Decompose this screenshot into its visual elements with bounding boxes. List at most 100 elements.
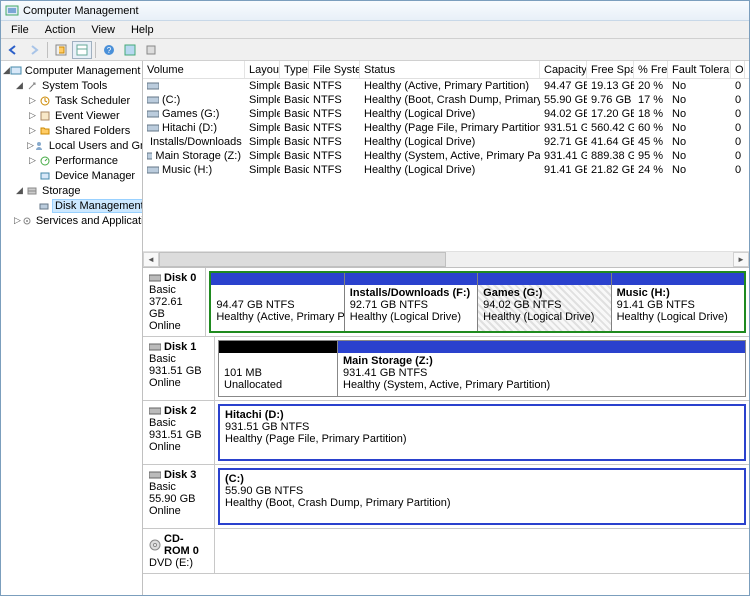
partition[interactable]: Music (H:)91.41 GB NTFSHealthy (Logical …: [612, 273, 744, 331]
svg-text:?: ?: [107, 46, 112, 55]
content-area: ◢Computer Management (Local ◢System Tool…: [1, 61, 749, 595]
disk-row-cdrom[interactable]: CD-ROM 0 DVD (E:): [143, 529, 749, 574]
table-row[interactable]: (C:)SimpleBasicNTFSHealthy (Boot, Crash …: [143, 93, 749, 107]
settings-button[interactable]: [120, 41, 140, 59]
titlebar[interactable]: Computer Management: [1, 1, 749, 21]
computer-icon: [10, 64, 22, 77]
scroll-thumb[interactable]: [159, 252, 446, 267]
tree-services[interactable]: ▷Services and Applications: [1, 213, 142, 228]
help-button[interactable]: ?: [99, 41, 119, 59]
users-icon: [34, 139, 46, 152]
disk-icon: [149, 342, 161, 352]
disk-row-0[interactable]: Disk 0 Basic 372.61 GB Online 94.47 GB N…: [143, 268, 749, 337]
computer-management-window: Computer Management File Action View Hel…: [0, 0, 750, 596]
table-row[interactable]: Music (H:)SimpleBasicNTFSHealthy (Logica…: [143, 163, 749, 177]
disk-info: Disk 2 Basic 931.51 GB Online: [143, 401, 215, 464]
app-icon: [5, 4, 19, 18]
col-ft[interactable]: Fault Tolerance: [668, 61, 731, 78]
nav-tree[interactable]: ◢Computer Management (Local ◢System Tool…: [1, 61, 143, 595]
volume-icon: [147, 109, 159, 119]
disk-row-1[interactable]: Disk 1 Basic 931.51 GB Online 101 MBUnal…: [143, 337, 749, 401]
tree-system-tools[interactable]: ◢System Tools: [1, 78, 142, 93]
collapse-icon[interactable]: ◢: [14, 80, 25, 91]
view-list-button[interactable]: [72, 41, 92, 59]
tree-performance[interactable]: ▷Performance: [1, 153, 142, 168]
table-row[interactable]: Hitachi (D:)SimpleBasicNTFSHealthy (Page…: [143, 121, 749, 135]
expand-icon[interactable]: ▷: [27, 140, 34, 151]
list-header: Volume Layout Type File System Status Ca…: [143, 61, 749, 79]
h-scrollbar[interactable]: ◄ ►: [143, 251, 749, 267]
col-free[interactable]: Free Space: [587, 61, 634, 78]
tree-storage[interactable]: ◢Storage: [1, 183, 142, 198]
primary-bar: [612, 273, 744, 285]
partition[interactable]: 94.47 GB NTFSHealthy (Active, Primary Pa…: [211, 273, 344, 331]
collapse-icon[interactable]: ◢: [14, 185, 25, 196]
scroll-right-icon[interactable]: ►: [733, 252, 749, 267]
menu-file[interactable]: File: [3, 22, 37, 38]
scroll-track[interactable]: [159, 252, 733, 267]
back-button[interactable]: [3, 41, 23, 59]
tree-disk-management[interactable]: Disk Management: [1, 198, 142, 213]
menu-help[interactable]: Help: [123, 22, 162, 38]
tree-root[interactable]: ◢Computer Management (Local: [1, 63, 142, 78]
table-row[interactable]: Installs/Downloads (F:)SimpleBasicNTFSHe…: [143, 135, 749, 149]
disk-icon: [149, 470, 161, 480]
partition-unallocated[interactable]: 101 MBUnallocated: [218, 340, 338, 397]
cdrom-icon: [149, 539, 161, 551]
toolbar: ?: [1, 39, 749, 61]
expand-icon[interactable]: ▷: [27, 125, 38, 136]
unalloc-bar: [219, 341, 337, 353]
col-pct[interactable]: % Free: [634, 61, 668, 78]
disk-info: Disk 3 Basic 55.90 GB Online: [143, 465, 215, 528]
window-title: Computer Management: [23, 5, 139, 17]
tree-event-viewer[interactable]: ▷Event Viewer: [1, 108, 142, 123]
col-layout[interactable]: Layout: [245, 61, 280, 78]
list-body[interactable]: SimpleBasicNTFSHealthy (Active, Primary …: [143, 79, 749, 251]
volume-icon: [147, 95, 159, 105]
more-button[interactable]: [141, 41, 161, 59]
disk-row-3[interactable]: Disk 3 Basic 55.90 GB Online (C:)55.90 G…: [143, 465, 749, 529]
primary-bar: [478, 273, 610, 285]
partition[interactable]: Games (G:)94.02 GB NTFSHealthy (Logical …: [478, 273, 611, 331]
primary-bar: [345, 273, 477, 285]
tree-device-manager[interactable]: Device Manager: [1, 168, 142, 183]
table-row[interactable]: Main Storage (Z:)SimpleBasicNTFSHealthy …: [143, 149, 749, 163]
collapse-icon[interactable]: ◢: [3, 65, 10, 76]
disk-row-2[interactable]: Disk 2 Basic 931.51 GB Online Hitachi (D…: [143, 401, 749, 465]
primary-bar: [211, 273, 343, 285]
expand-icon[interactable]: ▷: [27, 95, 38, 106]
col-capacity[interactable]: Capacity: [540, 61, 587, 78]
disk-info: Disk 1 Basic 931.51 GB Online: [143, 337, 215, 400]
partition[interactable]: Main Storage (Z:)931.41 GB NTFSHealthy (…: [338, 340, 746, 397]
table-row[interactable]: SimpleBasicNTFSHealthy (Active, Primary …: [143, 79, 749, 93]
volume-icon: [147, 151, 152, 161]
col-type[interactable]: Type: [280, 61, 309, 78]
expand-icon[interactable]: ▷: [27, 110, 38, 121]
storage-icon: [25, 184, 39, 197]
menu-action[interactable]: Action: [37, 22, 84, 38]
partition[interactable]: (C:)55.90 GB NTFSHealthy (Boot, Crash Du…: [220, 470, 744, 523]
refresh-button[interactable]: [51, 41, 71, 59]
tree-task-scheduler[interactable]: ▷Task Scheduler: [1, 93, 142, 108]
fwd-button[interactable]: [24, 41, 44, 59]
scroll-left-icon[interactable]: ◄: [143, 252, 159, 267]
table-row[interactable]: Games (G:)SimpleBasicNTFSHealthy (Logica…: [143, 107, 749, 121]
expand-icon[interactable]: ▷: [27, 155, 38, 166]
disk-icon: [149, 406, 161, 416]
partition[interactable]: Hitachi (D:)931.51 GB NTFSHealthy (Page …: [220, 406, 744, 459]
disk-graphical-view: Disk 0 Basic 372.61 GB Online 94.47 GB N…: [143, 268, 749, 595]
volume-icon: [147, 165, 159, 175]
tree-shared-folders[interactable]: ▷Shared Folders: [1, 123, 142, 138]
volume-icon: [147, 123, 159, 133]
disk-info: CD-ROM 0 DVD (E:): [143, 529, 215, 573]
tree-local-users[interactable]: ▷Local Users and Groups: [1, 138, 142, 153]
col-fs[interactable]: File System: [309, 61, 360, 78]
disk-icon: [149, 273, 161, 283]
menu-view[interactable]: View: [83, 22, 123, 38]
expand-icon[interactable]: ▷: [14, 215, 21, 226]
col-ov[interactable]: O: [731, 61, 745, 78]
col-status[interactable]: Status: [360, 61, 540, 78]
device-icon: [38, 169, 52, 182]
col-volume[interactable]: Volume: [143, 61, 245, 78]
partition[interactable]: Installs/Downloads (F:)92.71 GB NTFSHeal…: [345, 273, 478, 331]
